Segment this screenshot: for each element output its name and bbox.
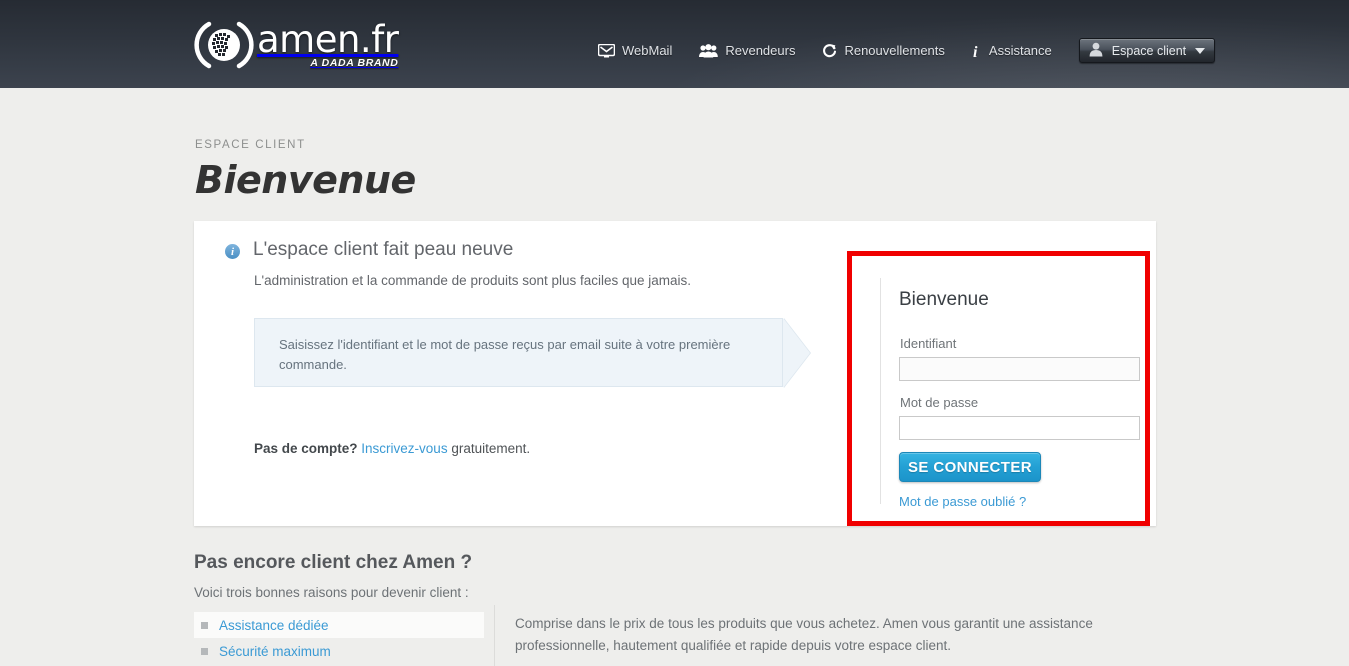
login-left-divider <box>880 278 881 504</box>
envelope-icon <box>598 43 615 58</box>
bottom-paragraph: Comprise dans le prix de tous les produi… <box>515 616 1093 653</box>
nav-label-webmail: WebMail <box>622 43 673 58</box>
page-title: Bienvenue <box>195 158 416 202</box>
vertical-divider <box>494 605 495 666</box>
login-title: Bienvenue <box>899 289 989 310</box>
nav-item-renouvellements[interactable]: Renouvellements <box>822 43 945 59</box>
instruction-callout: Saisissez l'identifiant et le mot de pas… <box>254 318 783 387</box>
bottom-section-title: Pas encore client chez Amen ? <box>194 552 473 573</box>
nav-label-revendeurs: Revendeurs <box>725 43 796 58</box>
nav-item-assistance[interactable]: i Assistance <box>972 43 1052 59</box>
callout-arrow-shape <box>783 318 810 388</box>
breadcrumb: ESPACE CLIENT <box>195 139 306 151</box>
nav-item-webmail[interactable]: WebMail <box>598 43 672 58</box>
forgot-password-link[interactable]: Mot de passe oublié ? <box>899 494 1026 509</box>
bottom-section-subtitle: Voici trois bonnes raisons pour devenir … <box>194 585 469 600</box>
nav-label-assistance: Assistance <box>988 43 1052 58</box>
signup-prefix: Pas de compte? <box>254 441 358 456</box>
site-logo[interactable]: amen.fr A DADA BRAND <box>193 18 399 72</box>
square-bullet-icon <box>201 621 208 629</box>
site-header: amen.fr A DADA BRAND WebMail Revendeurs … <box>0 0 1349 88</box>
list-item[interactable]: Sécurité maximum <box>194 638 484 664</box>
user-icon <box>1089 42 1103 60</box>
reason-link[interactable]: Assistance dédiée <box>219 618 329 633</box>
signup-line: Pas de compte? Inscrivez-vous gratuiteme… <box>254 441 530 456</box>
list-item[interactable]: Assistance dédiée <box>194 612 484 638</box>
nav-label-renouvellements: Renouvellements <box>844 43 945 58</box>
signup-link[interactable]: Inscrivez-vous <box>361 441 447 456</box>
nav-item-revendeurs[interactable]: Revendeurs <box>699 43 795 58</box>
logo-wordmark: amen.fr <box>257 18 399 61</box>
amen-sphere-logo-icon <box>193 18 255 72</box>
espace-client-label: Espace client <box>1111 43 1187 58</box>
svg-text:i: i <box>973 44 978 59</box>
login-panel-highlight: Bienvenue Identifiant Mot de passe SE CO… <box>847 251 1150 526</box>
refresh-icon <box>822 43 837 59</box>
signup-suffix: gratuitement. <box>451 441 531 456</box>
password-input[interactable] <box>899 416 1140 440</box>
people-icon <box>699 43 719 58</box>
identifier-label: Identifiant <box>900 336 957 351</box>
password-label: Mot de passe <box>900 395 979 410</box>
info-italic-icon: i <box>972 43 982 59</box>
reasons-list: Assistance dédiée Sécurité maximum <box>194 612 484 664</box>
espace-client-button[interactable]: Espace client <box>1078 38 1216 63</box>
instruction-callout-text: Saisissez l'identifiant et le mot de pas… <box>279 337 731 372</box>
reason-link[interactable]: Sécurité maximum <box>219 644 331 659</box>
info-title: L'espace client fait peau neuve <box>253 239 514 260</box>
identifier-input[interactable] <box>899 357 1140 381</box>
login-submit-button[interactable]: SE CONNECTER <box>899 452 1041 482</box>
info-circle-icon: i <box>225 244 240 259</box>
top-navigation: WebMail Revendeurs Renouvellements i Ass… <box>598 38 1216 63</box>
square-bullet-icon <box>201 647 208 655</box>
chevron-down-icon <box>1195 47 1206 54</box>
info-subtitle: L'administration et la commande de produ… <box>254 273 692 288</box>
